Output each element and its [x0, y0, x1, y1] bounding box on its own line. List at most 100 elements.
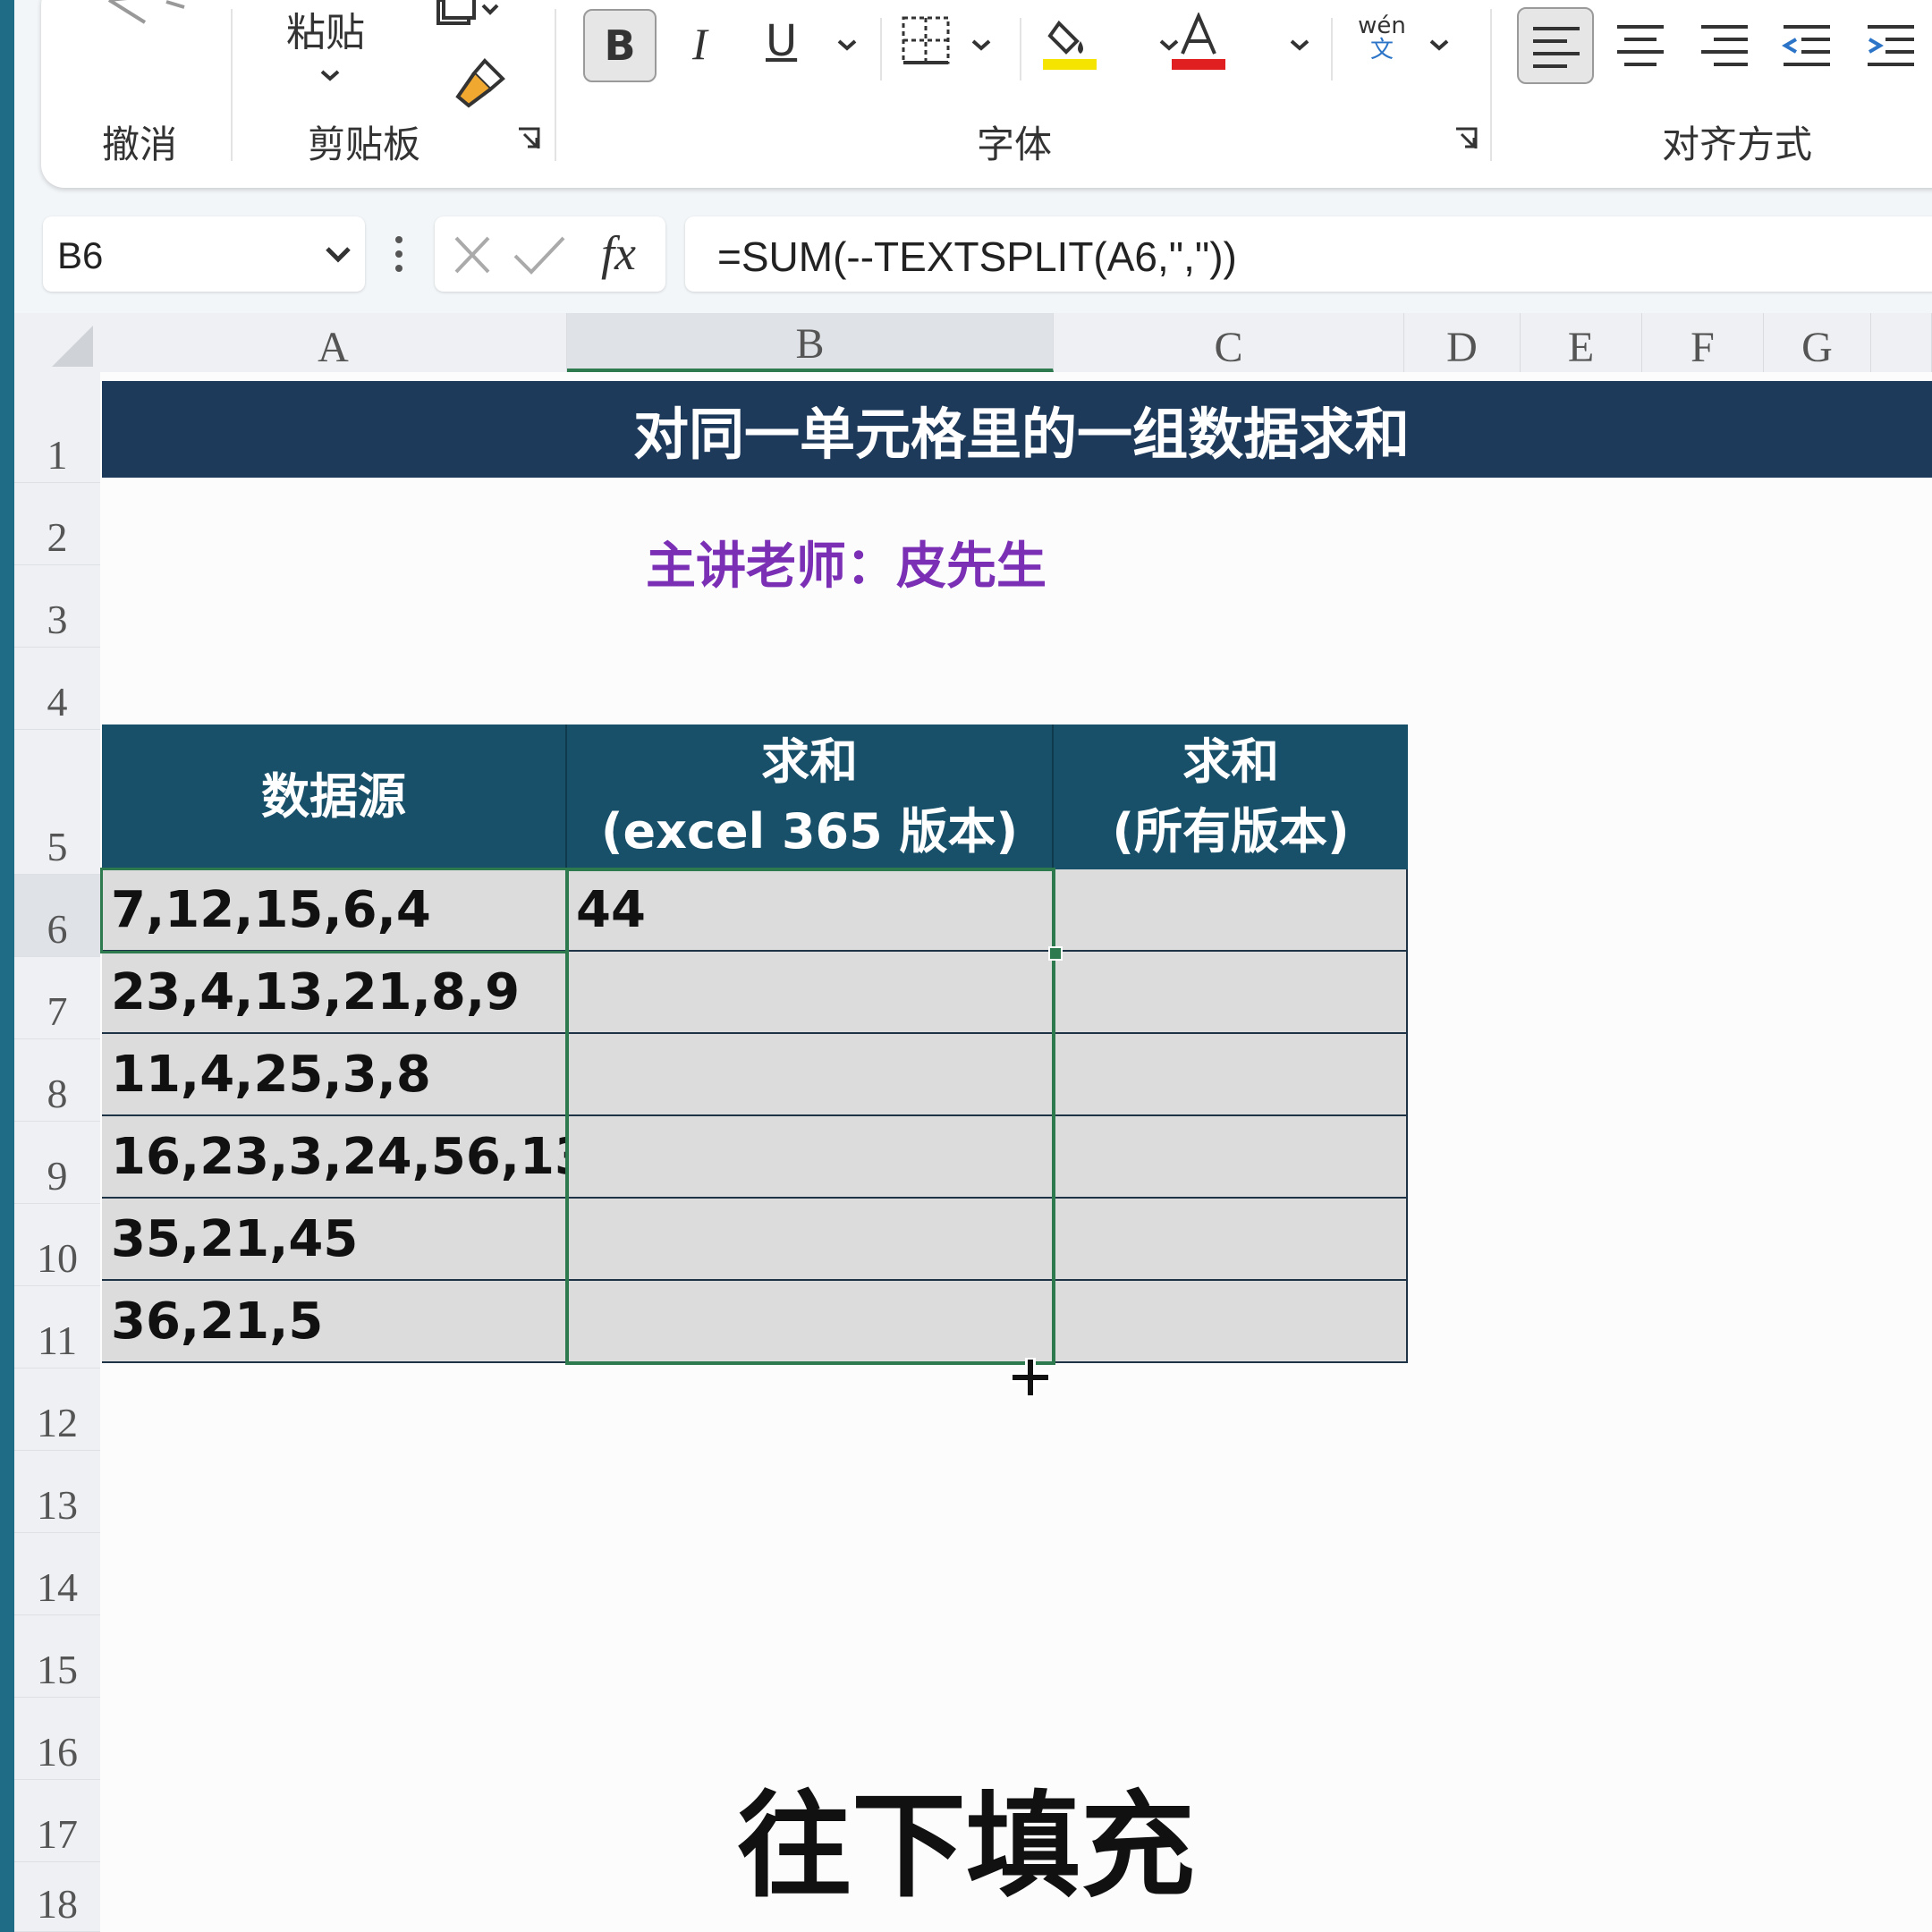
name-box[interactable]: B6: [43, 216, 365, 292]
paste-button[interactable]: 粘贴: [286, 0, 365, 57]
cell-b7[interactable]: [567, 952, 1054, 1034]
column-header-blank: [1871, 313, 1932, 372]
column-header-e[interactable]: E: [1521, 313, 1642, 372]
row-header-11[interactable]: 11: [14, 1286, 100, 1368]
column-header-label: F: [1690, 324, 1715, 371]
cell-a8[interactable]: 11,4,25,3,8: [102, 1034, 567, 1116]
decrease-indent-icon[interactable]: [1782, 21, 1832, 68]
cell-c8[interactable]: [1054, 1034, 1408, 1116]
cell-b6[interactable]: 44: [567, 869, 1054, 952]
align-left-button[interactable]: [1517, 7, 1594, 84]
teacher-cell[interactable]: 主讲老师：皮先生: [646, 526, 1046, 598]
row-header-3[interactable]: 3: [14, 565, 100, 648]
cell-c9[interactable]: [1054, 1116, 1408, 1199]
row-header-13[interactable]: 13: [14, 1451, 100, 1533]
header-cell-sum-all[interactable]: 求和 (所有版本): [1054, 724, 1408, 869]
header-sumall-line1: 求和: [1182, 733, 1279, 790]
row-header-10[interactable]: 10: [14, 1204, 100, 1286]
column-header-d[interactable]: D: [1404, 313, 1521, 372]
fill-handle[interactable]: [1048, 946, 1063, 961]
bold-label: B: [604, 21, 636, 70]
cell-a10[interactable]: 35,21,45: [102, 1199, 567, 1281]
column-header-b[interactable]: B: [567, 313, 1054, 372]
row-header-6[interactable]: 6: [14, 875, 100, 957]
cell-c10[interactable]: [1054, 1199, 1408, 1281]
clipboard-launcher-icon[interactable]: [515, 125, 542, 152]
redo-icon[interactable]: [157, 0, 211, 18]
window-edge: [0, 0, 14, 1932]
ribbon-separator: [555, 9, 556, 161]
fill-color-icon[interactable]: [1041, 14, 1098, 72]
cell-c6[interactable]: [1054, 869, 1408, 952]
crosshair-cursor-icon: [1011, 1358, 1050, 1397]
row-header-label: 11: [37, 1318, 78, 1363]
header-sumall-line2: (所有版本): [1112, 803, 1350, 860]
ribbon: 撤消 粘贴 剪贴板 B I U wén 文 字体 对齐方式: [41, 0, 1932, 188]
row-header-label: 4: [47, 679, 68, 724]
font-color-icon[interactable]: [1170, 13, 1227, 72]
underline-button[interactable]: U: [766, 16, 797, 66]
cell-b8[interactable]: [567, 1034, 1054, 1116]
row-header-15[interactable]: 15: [14, 1615, 100, 1698]
group-label-font: 字体: [977, 123, 1053, 166]
header-cell-source[interactable]: 数据源: [102, 724, 567, 869]
row-header-7[interactable]: 7: [14, 957, 100, 1039]
cell-c7[interactable]: [1054, 952, 1408, 1034]
sheet-title-cell[interactable]: 对同一单元格里的一组数据求和: [102, 381, 1932, 478]
cell-b9[interactable]: [567, 1116, 1054, 1199]
phonetic-top-label: wén: [1358, 13, 1406, 39]
row-header-label: 7: [47, 988, 68, 1034]
more-options-icon[interactable]: [392, 234, 406, 274]
cell-a6[interactable]: 7,12,15,6,4: [102, 869, 567, 952]
column-header-g[interactable]: G: [1764, 313, 1871, 372]
cell-a9[interactable]: 16,23,3,24,56,13: [102, 1116, 589, 1199]
row-header-5[interactable]: 5: [14, 730, 100, 875]
row-header-2[interactable]: 2: [14, 483, 100, 565]
paste-dropdown-chevron-icon[interactable]: [317, 66, 343, 84]
bold-button[interactable]: B: [583, 9, 657, 82]
formula-text: =SUM(--TEXTSPLIT(A6,",")): [717, 233, 1237, 280]
cell-b10[interactable]: [567, 1199, 1054, 1281]
source-value: 11,4,25,3,8: [111, 1045, 431, 1104]
row-header-14[interactable]: 14: [14, 1533, 100, 1615]
phonetic-guide-button[interactable]: wén 文: [1351, 13, 1413, 64]
format-painter-icon[interactable]: [449, 54, 512, 116]
cell-c11[interactable]: [1054, 1281, 1408, 1363]
copy-icon[interactable]: [410, 0, 499, 30]
align-right-icon[interactable]: [1699, 21, 1750, 68]
sum365-value: 44: [576, 880, 646, 939]
row-header-4[interactable]: 4: [14, 648, 100, 730]
row-header-12[interactable]: 12: [14, 1368, 100, 1451]
name-box-chevron-down-icon[interactable]: [324, 245, 352, 265]
confirm-icon[interactable]: [512, 234, 567, 275]
align-center-icon[interactable]: [1615, 21, 1665, 68]
formula-input[interactable]: =SUM(--TEXTSPLIT(A6,",")): [685, 216, 1932, 292]
row-header-9[interactable]: 9: [14, 1122, 100, 1204]
column-header-c[interactable]: C: [1054, 313, 1404, 372]
column-header-a[interactable]: A: [100, 313, 567, 372]
sheet-title: 对同一单元格里的一组数据求和: [632, 402, 1410, 467]
borders-dropdown-chevron-icon[interactable]: [968, 36, 995, 54]
cancel-icon[interactable]: [451, 234, 494, 275]
teacher-label: 主讲老师：皮先生: [646, 538, 1046, 596]
underline-dropdown-chevron-icon[interactable]: [834, 36, 860, 54]
insert-function-button[interactable]: fx: [601, 225, 636, 281]
cell-b11[interactable]: [567, 1281, 1054, 1363]
row-header-8[interactable]: 8: [14, 1039, 100, 1122]
row-header-1[interactable]: 1: [14, 372, 100, 483]
font-color-dropdown-chevron-icon[interactable]: [1286, 36, 1313, 54]
header-source-label: 数据源: [261, 767, 406, 825]
increase-indent-icon[interactable]: [1866, 21, 1916, 68]
cell-a11[interactable]: 36,21,5: [102, 1281, 567, 1363]
header-cell-sum-365[interactable]: 求和 (excel 365 版本): [567, 724, 1054, 869]
italic-button[interactable]: I: [692, 18, 708, 70]
source-value: 16,23,3,24,56,13: [111, 1127, 589, 1186]
phonetic-dropdown-chevron-icon[interactable]: [1426, 36, 1453, 54]
cell-a7[interactable]: 23,4,13,21,8,9: [102, 952, 567, 1034]
borders-icon[interactable]: [900, 14, 952, 66]
select-all-corner[interactable]: [14, 313, 100, 372]
header-sum365-line1: 求和: [761, 733, 858, 790]
column-header-f[interactable]: F: [1642, 313, 1764, 372]
row-header-label: 1: [47, 432, 68, 478]
font-launcher-icon[interactable]: [1453, 125, 1479, 152]
